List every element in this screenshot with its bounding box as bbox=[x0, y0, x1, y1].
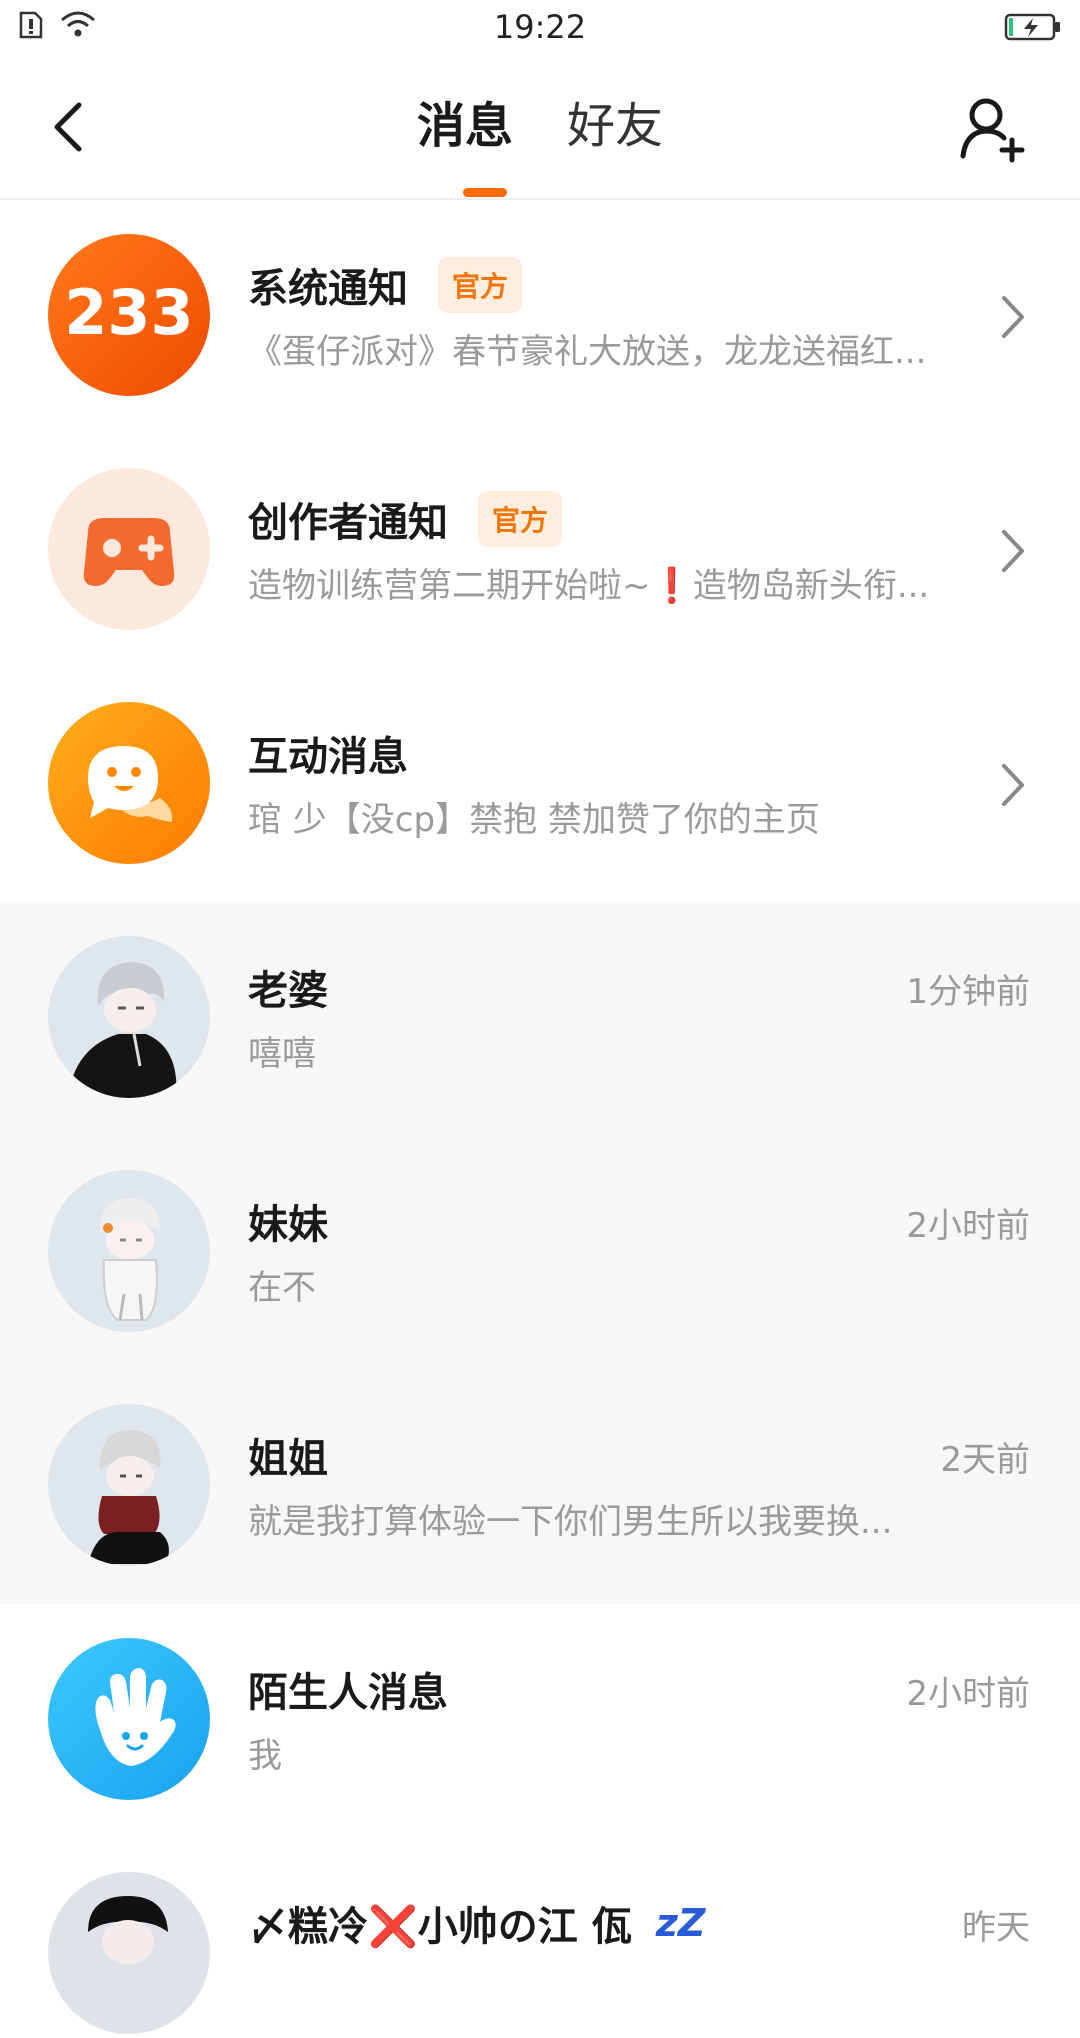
interaction-preview: 琯 少【没cp】禁抱 禁加赞了你的主页 bbox=[248, 800, 820, 840]
list-item-chat[interactable]: 老婆 1分钟前 嘻嘻 bbox=[0, 902, 1080, 1136]
chat-time: 1分钟前 bbox=[906, 972, 1030, 1012]
anime-character-avatar bbox=[99, 1198, 161, 1321]
chat-name: 老婆 bbox=[248, 968, 328, 1014]
creator-title: 创作者通知 bbox=[248, 500, 448, 546]
tab-messages[interactable]: 消息 bbox=[417, 96, 513, 156]
waving-hand-icon bbox=[95, 1668, 176, 1766]
add-user-icon bbox=[960, 98, 1025, 163]
message-list: 233 系统通知 官方 《蛋仔派对》春节豪礼大放送，龙龙送福红... 创作者通知… bbox=[0, 200, 1080, 2038]
chat-time: 昨天 bbox=[962, 1908, 1030, 1948]
svg-text:233: 233 bbox=[64, 276, 193, 349]
header: 消息 好友 bbox=[0, 56, 1080, 200]
chat-preview: 在不 bbox=[248, 1268, 316, 1308]
row-title: 老婆 bbox=[248, 958, 328, 1016]
chevron-right-icon bbox=[1002, 296, 1024, 338]
system-avatar: 233 bbox=[48, 234, 210, 396]
chat-preview: 嘻嘻 bbox=[248, 1034, 316, 1074]
list-item-chat[interactable]: 姐姐 2天前 就是我打算体验一下你们男生所以我要换... bbox=[0, 1370, 1080, 1604]
anime-character-avatar bbox=[88, 1430, 169, 1564]
battery-icon bbox=[1004, 12, 1062, 46]
stranger-avatar bbox=[48, 1638, 210, 1800]
stranger-title: 陌生人消息 bbox=[248, 1670, 448, 1716]
list-item-stranger-messages[interactable]: 陌生人消息 2小时前 我 bbox=[0, 1604, 1080, 1838]
stranger-time: 2小时前 bbox=[906, 1674, 1030, 1714]
chat-name: 〆糕冷❌小帅の江 佤 bbox=[248, 1904, 632, 1950]
tab-messages-label: 消息 bbox=[416, 98, 513, 154]
chat-time: 2天前 bbox=[940, 1440, 1030, 1480]
chevron-right-icon bbox=[1002, 530, 1024, 572]
tab-friends-label: 好友 bbox=[567, 98, 664, 154]
anime-character-avatar bbox=[88, 1896, 168, 1964]
chevron-right-icon bbox=[1002, 764, 1024, 806]
interaction-avatar bbox=[48, 702, 210, 864]
tab-bar: 消息 好友 bbox=[0, 96, 1080, 156]
list-item-chat[interactable]: 妹妹 2小时前 在不 bbox=[0, 1136, 1080, 1370]
status-bar: 19:22 bbox=[0, 0, 1080, 56]
tab-friends[interactable]: 好友 bbox=[567, 96, 663, 156]
sleep-icon: zZ bbox=[655, 1901, 706, 1945]
row-title: 妹妹 bbox=[248, 1192, 328, 1250]
row-title: 姐姐 bbox=[248, 1426, 328, 1484]
list-item-system-notice[interactable]: 233 系统通知 官方 《蛋仔派对》春节豪礼大放送，龙龙送福红... bbox=[0, 200, 1080, 434]
row-title: 陌生人消息 bbox=[248, 1660, 448, 1718]
row-title: 系统通知 官方 bbox=[248, 256, 523, 314]
active-tab-indicator bbox=[463, 188, 507, 197]
stranger-preview: 我 bbox=[248, 1736, 282, 1776]
creator-avatar bbox=[48, 468, 210, 630]
status-time: 19:22 bbox=[493, 8, 587, 46]
chat-preview: 就是我打算体验一下你们男生所以我要换... bbox=[248, 1502, 893, 1542]
avatar bbox=[48, 1170, 210, 1332]
add-friend-button[interactable] bbox=[958, 94, 1028, 164]
avatar bbox=[48, 1872, 210, 2034]
row-title: 〆糕冷❌小帅の江 佤 zZ bbox=[248, 1894, 705, 1952]
list-item-chat[interactable]: 〆糕冷❌小帅の江 佤 zZ 昨天 bbox=[0, 1838, 1080, 2038]
avatar bbox=[48, 1404, 210, 1566]
official-badge: 官方 bbox=[438, 257, 523, 313]
system-title: 系统通知 bbox=[248, 266, 408, 312]
official-badge: 官方 bbox=[478, 491, 563, 547]
chat-time: 2小时前 bbox=[906, 1206, 1030, 1246]
chat-name: 姐姐 bbox=[248, 1436, 328, 1482]
list-item-creator-notice[interactable]: 创作者通知 官方 造物训练营第二期开始啦~❗造物岛新头衔... bbox=[0, 434, 1080, 668]
creator-preview: 造物训练营第二期开始啦~❗造物岛新头衔... bbox=[248, 566, 930, 606]
chat-name: 妹妹 bbox=[248, 1202, 328, 1248]
gamepad-icon bbox=[83, 518, 175, 586]
row-title: 互动消息 bbox=[248, 724, 408, 782]
233-logo-icon: 233 bbox=[64, 276, 193, 349]
list-item-interaction[interactable]: 互动消息 琯 少【没cp】禁抱 禁加赞了你的主页 bbox=[0, 668, 1080, 902]
anime-character-avatar bbox=[68, 962, 177, 1098]
avatar bbox=[48, 936, 210, 1098]
chat-bubble-icon bbox=[88, 746, 173, 822]
interaction-title: 互动消息 bbox=[248, 734, 408, 780]
row-title: 创作者通知 官方 bbox=[248, 490, 563, 548]
system-preview: 《蛋仔派对》春节豪礼大放送，龙龙送福红... bbox=[248, 332, 927, 372]
